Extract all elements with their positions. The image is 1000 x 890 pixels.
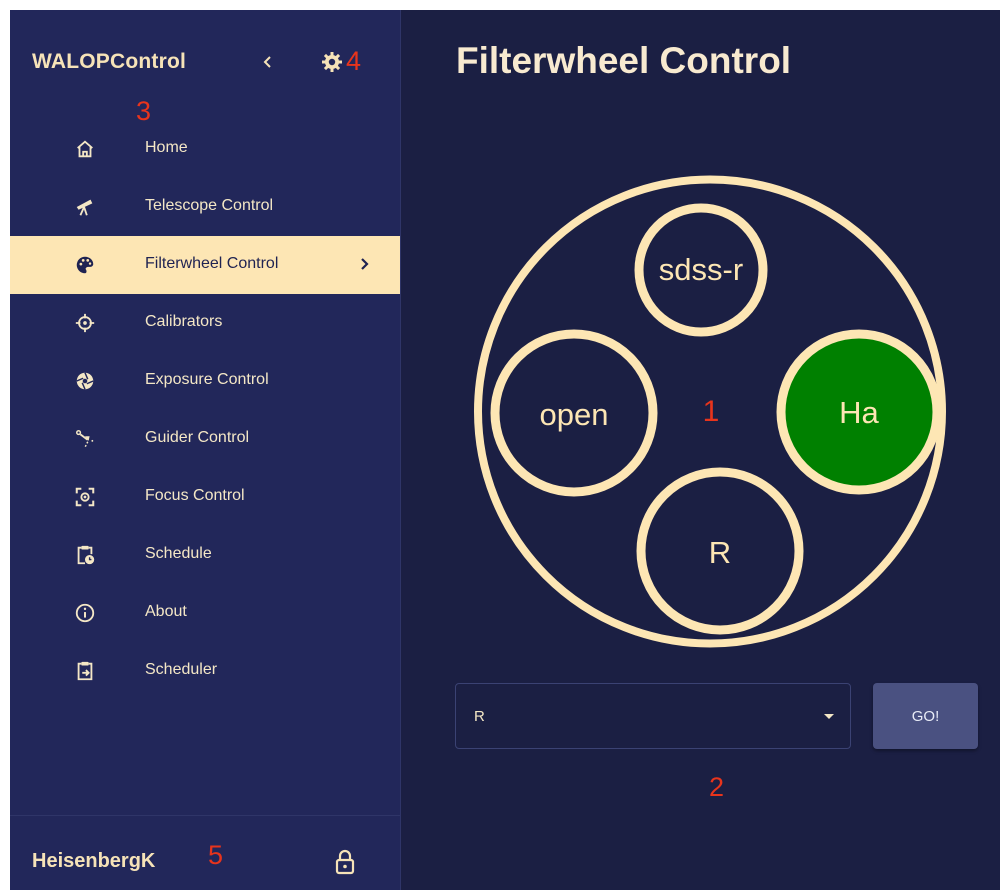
app-window: WALOPControl 4 3 Home Telescope Control …	[10, 10, 1000, 890]
satellite-dish-icon	[76, 430, 94, 448]
chevron-left-icon	[263, 56, 271, 68]
page-title: Filterwheel Control	[456, 40, 792, 81]
sidebar-footer: HeisenbergK 5	[10, 815, 400, 890]
annotation-4: 4	[346, 46, 362, 76]
sidebar-item-label: Calibrators	[145, 313, 223, 330]
info-icon	[75, 603, 95, 623]
filter-slot-r[interactable]: R	[636, 467, 804, 635]
sidebar-item-label: Home	[145, 139, 188, 156]
collapse-sidebar-button[interactable]	[258, 50, 278, 74]
go-button[interactable]: GO!	[873, 683, 978, 749]
annotation-2: 2	[709, 772, 725, 802]
filter-slot-label: R	[709, 535, 731, 570]
app-brand: WALOPControl	[32, 50, 187, 73]
sidebar-item-calibrators[interactable]: Calibrators	[10, 294, 400, 352]
filter-slot-sdss-r[interactable]: sdss-r	[634, 203, 768, 337]
crosshair-icon	[75, 313, 95, 333]
center-focus-icon	[75, 487, 95, 507]
filter-slot-label: Ha	[839, 395, 879, 430]
sidebar-item-label: Filterwheel Control	[145, 255, 279, 272]
home-icon	[77, 140, 93, 158]
filter-slot-ha[interactable]: Ha	[776, 329, 942, 495]
username: HeisenbergK	[32, 850, 156, 872]
sidebar-item-label: Schedule	[145, 545, 212, 562]
aperture-icon	[76, 372, 94, 390]
dropdown-arrow-icon	[824, 714, 834, 719]
sidebar-item-scheduler[interactable]: Scheduler	[10, 642, 400, 700]
sidebar: WALOPControl 4 3 Home Telescope Control …	[10, 10, 401, 890]
sidebar-item-exposure-control[interactable]: Exposure Control	[10, 352, 400, 410]
chevron-right-icon	[361, 258, 369, 270]
logout-button[interactable]	[333, 849, 357, 875]
sidebar-item-guider-control[interactable]: Guider Control	[10, 410, 400, 468]
sidebar-item-filterwheel-control[interactable]: Filterwheel Control	[10, 236, 400, 294]
filter-select-value: R	[474, 708, 485, 725]
gear-icon	[322, 52, 342, 72]
sidebar-item-label: Focus Control	[145, 487, 245, 504]
sidebar-nav: Home Telescope Control Filterwheel Contr…	[10, 120, 400, 700]
sidebar-item-focus-control[interactable]: Focus Control	[10, 468, 400, 526]
clipboard-arrow-icon	[77, 661, 93, 681]
filter-slot-label: open	[540, 397, 609, 432]
sidebar-item-schedule[interactable]: Schedule	[10, 526, 400, 584]
annotation-5: 5	[208, 840, 224, 870]
sidebar-item-label: About	[145, 603, 187, 620]
annotation-1: 1	[703, 395, 720, 428]
sidebar-item-telescope-control[interactable]: Telescope Control	[10, 178, 400, 236]
settings-button[interactable]	[320, 50, 344, 74]
sidebar-item-label: Telescope Control	[145, 197, 274, 214]
filterwheel-diagram: sdss-r open Ha R 1	[474, 173, 946, 650]
sidebar-item-about[interactable]: About	[10, 584, 400, 642]
sidebar-item-label: Exposure Control	[145, 371, 269, 388]
palette-icon	[76, 256, 94, 274]
sidebar-item-home[interactable]: Home	[10, 120, 400, 178]
sidebar-item-label: Guider Control	[145, 429, 250, 446]
sidebar-item-label: Scheduler	[145, 661, 218, 678]
telescope-icon	[76, 199, 93, 216]
clipboard-clock-icon	[77, 545, 95, 565]
filter-slot-label: sdss-r	[659, 252, 743, 287]
filter-slot-open[interactable]: open	[490, 329, 658, 497]
lock-icon	[335, 849, 355, 875]
main-content: Filterwheel Control sdss-r open Ha R 1 R…	[401, 10, 1000, 890]
filter-select[interactable]: R	[455, 683, 851, 749]
